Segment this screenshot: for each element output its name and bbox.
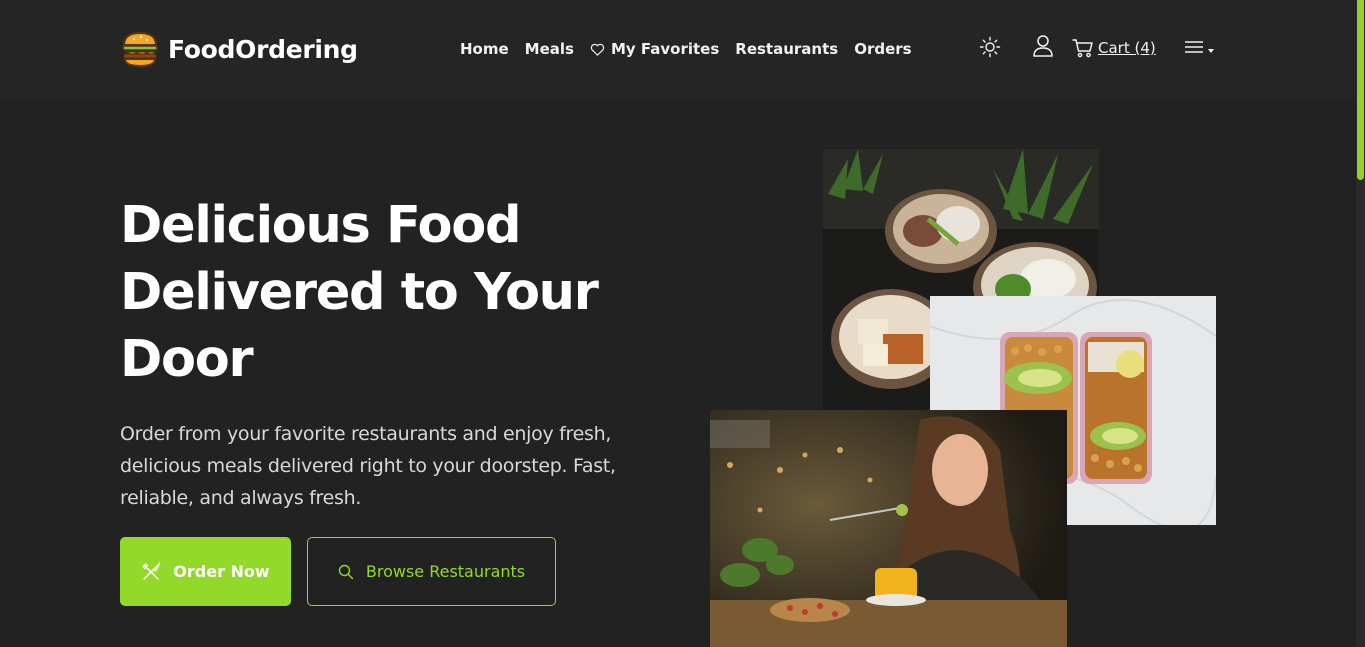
- site-header: FoodOrdering Home Meals My Favorites Res…: [0, 0, 1356, 100]
- nav-my-favorites-label: My Favorites: [610, 40, 720, 58]
- nav-home[interactable]: Home: [460, 40, 509, 58]
- main-nav: Home Meals My Favorites Restaurants Orde…: [460, 38, 928, 60]
- scrollbar-thumb[interactable]: [1357, 0, 1364, 180]
- menu-dropdown-button[interactable]: [1184, 38, 1216, 56]
- account-button[interactable]: [1031, 33, 1055, 59]
- browse-restaurants-button[interactable]: Browse Restaurants: [307, 537, 556, 606]
- nav-restaurants[interactable]: Restaurants: [735, 40, 838, 58]
- browse-restaurants-label: Browse Restaurants: [365, 562, 526, 581]
- nav-orders-label: Orders: [854, 40, 912, 58]
- nav-meals[interactable]: Meals: [525, 40, 574, 58]
- woman-eating-image: [710, 410, 1067, 647]
- nav-orders[interactable]: Orders: [854, 40, 911, 58]
- hero-subtitle: Order from your favorite restaurants and…: [120, 423, 616, 509]
- brand-name: FoodOrdering: [168, 34, 358, 64]
- nav-meals-label: Meals: [524, 40, 574, 58]
- chevron-down-icon: [1208, 49, 1214, 53]
- cart-label: Cart (4): [1098, 39, 1156, 57]
- user-icon: [1033, 35, 1053, 57]
- order-now-label: Order Now: [173, 562, 270, 581]
- burger-icon: [122, 31, 158, 68]
- sun-icon: [979, 36, 1001, 58]
- search-icon: [338, 564, 354, 579]
- nav-my-favorites[interactable]: My Favorites: [590, 40, 719, 58]
- cart-link[interactable]: Cart (4): [1072, 37, 1156, 59]
- brand-logo[interactable]: FoodOrdering: [120, 28, 358, 70]
- cart-icon: [1072, 39, 1093, 58]
- theme-toggle-button[interactable]: [978, 34, 1002, 60]
- utensils-icon: [142, 561, 161, 580]
- order-now-button[interactable]: Order Now: [120, 537, 291, 606]
- hamburger-menu-icon: [1185, 41, 1203, 53]
- hero-title: Delicious Food Delivered to Your Door: [120, 196, 599, 389]
- nav-restaurants-label: Restaurants: [735, 40, 839, 58]
- heart-icon: [590, 43, 605, 56]
